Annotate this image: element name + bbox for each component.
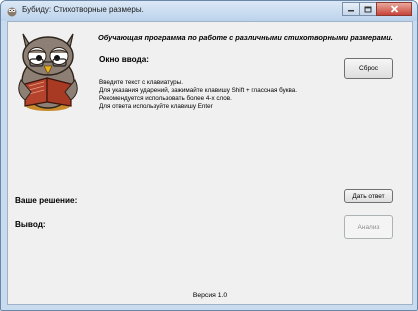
input-window-label: Окно ввода: — [99, 55, 150, 64]
output-label: Вывод: — [15, 220, 46, 229]
analyze-button[interactable]: Анализ — [344, 215, 393, 239]
maximize-button[interactable] — [359, 2, 377, 16]
app-icon — [7, 7, 17, 17]
hint-line: Введите текст с клавиатуры. — [99, 79, 183, 86]
window-title: Бубиду: Стихотворные размеры. — [22, 5, 144, 14]
title-bar[interactable]: Бубиду: Стихотворные размеры. — [1, 1, 417, 21]
solution-label: Ваше решение: — [15, 196, 78, 205]
app-window: Бубиду: Стихотворные размеры. Обучающая … — [0, 0, 418, 311]
give-answer-button[interactable]: Дать ответ — [344, 189, 393, 203]
window-controls — [342, 2, 412, 17]
minimize-icon — [348, 10, 354, 12]
hint-line: Для указания ударений, зажимайте клавишу… — [99, 87, 298, 94]
reset-button[interactable]: Сброс — [344, 58, 393, 79]
client-area: Обучающая программа по работе с различны… — [7, 21, 413, 305]
minimize-button[interactable] — [342, 2, 360, 16]
close-icon — [390, 5, 398, 13]
version-label: Версия 1.0 — [192, 292, 228, 299]
program-description: Обучающая программа по работе с различны… — [98, 33, 393, 42]
close-button[interactable] — [376, 2, 412, 16]
hint-line: Рекомендуется использовать более 4-х сло… — [99, 95, 232, 102]
owl-mascot-image — [18, 33, 78, 111]
maximize-icon — [364, 6, 372, 12]
hint-line: Для ответа используйте клавишу Enter — [99, 103, 213, 110]
